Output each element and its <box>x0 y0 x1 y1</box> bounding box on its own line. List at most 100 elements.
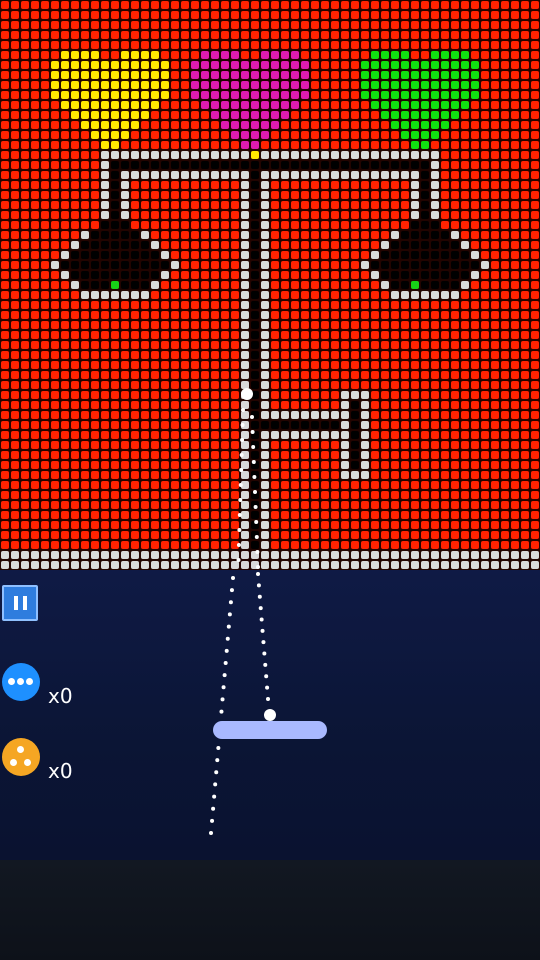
brick <box>501 321 509 329</box>
brick <box>31 191 39 199</box>
brick <box>111 381 119 389</box>
brick <box>211 311 219 319</box>
paddle[interactable] <box>213 721 327 739</box>
brick <box>51 501 59 509</box>
brick <box>201 441 209 449</box>
brick <box>121 491 129 499</box>
brick <box>381 471 389 479</box>
brick <box>91 171 99 179</box>
heart-right-brick <box>431 111 439 119</box>
brick <box>211 331 219 339</box>
brick <box>521 451 529 459</box>
channel-cell <box>291 161 299 169</box>
brick <box>11 191 19 199</box>
wall-block <box>401 561 409 569</box>
heart-right-brick <box>401 81 409 89</box>
brick <box>451 521 459 529</box>
brick <box>361 241 369 249</box>
brick <box>291 121 299 129</box>
brick <box>181 291 189 299</box>
brick <box>331 11 339 19</box>
brick <box>451 181 459 189</box>
brick <box>441 361 449 369</box>
heart-left-brick <box>131 121 139 129</box>
brick <box>41 511 49 519</box>
heart-right-brick <box>451 101 459 109</box>
brick <box>391 181 399 189</box>
brick <box>431 521 439 529</box>
pause-button[interactable] <box>2 585 38 621</box>
brick <box>291 541 299 549</box>
brick <box>281 331 289 339</box>
brick <box>521 191 529 199</box>
brick <box>141 371 149 379</box>
brick <box>421 441 429 449</box>
brick <box>521 271 529 279</box>
brick <box>371 361 379 369</box>
brick <box>321 351 329 359</box>
trajectory-dot <box>222 673 227 678</box>
brick <box>31 541 39 549</box>
brick <box>481 491 489 499</box>
brick <box>451 321 459 329</box>
wall-block <box>501 551 509 559</box>
brick <box>241 21 249 29</box>
brick <box>531 251 539 259</box>
brick <box>421 31 429 39</box>
brick <box>131 301 139 309</box>
brick <box>91 221 99 229</box>
channel-cell <box>391 271 399 279</box>
brick <box>291 41 299 49</box>
heart-right-brick <box>471 91 479 99</box>
heart-right-brick <box>421 141 429 149</box>
brick <box>371 11 379 19</box>
wall-block <box>161 561 169 569</box>
heart-right-brick <box>451 71 459 79</box>
brick <box>521 171 529 179</box>
wall-block <box>101 551 109 559</box>
brick <box>411 31 419 39</box>
split-ball-icon[interactable] <box>2 738 40 776</box>
multi-ball-dot <box>17 678 24 685</box>
brick <box>491 131 499 139</box>
brick <box>471 241 479 249</box>
brick <box>431 511 439 519</box>
brick <box>231 221 239 229</box>
brick <box>31 361 39 369</box>
brick <box>221 311 229 319</box>
heart-right-brick <box>431 51 439 59</box>
brick <box>61 121 69 129</box>
brick <box>161 241 169 249</box>
brick <box>471 511 479 519</box>
channel-cell <box>441 251 449 259</box>
brick <box>331 101 339 109</box>
brick <box>491 11 499 19</box>
wall-block <box>291 411 299 419</box>
brick <box>51 411 59 419</box>
brick <box>281 521 289 529</box>
trail-dot <box>237 513 242 517</box>
trail-dot <box>256 565 260 569</box>
brick <box>421 1 429 9</box>
brick <box>241 11 249 19</box>
channel-cell <box>111 171 119 179</box>
brick <box>491 421 499 429</box>
brick <box>471 531 479 539</box>
brick <box>451 161 459 169</box>
heart-middle-brick <box>271 71 279 79</box>
channel-cell <box>161 261 169 269</box>
brick <box>91 211 99 219</box>
wall-block <box>261 561 269 569</box>
brick <box>371 1 379 9</box>
brick <box>121 351 129 359</box>
brick <box>481 451 489 459</box>
brick <box>351 61 359 69</box>
brick <box>331 281 339 289</box>
brick <box>471 41 479 49</box>
multi-ball-icon[interactable] <box>2 663 40 701</box>
brick <box>201 121 209 129</box>
play-area[interactable] <box>0 570 540 860</box>
brick <box>521 211 529 219</box>
brick <box>451 401 459 409</box>
brick <box>41 21 49 29</box>
